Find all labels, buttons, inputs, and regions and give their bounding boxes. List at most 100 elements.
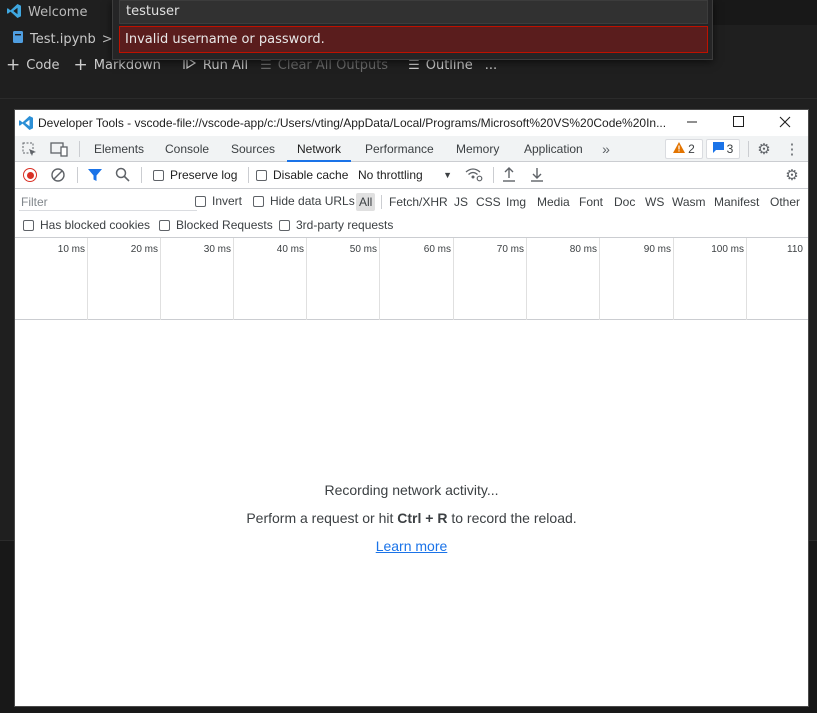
preserve-log-label: Preserve log	[170, 168, 238, 182]
hide-data-urls-label: Hide data URLs	[270, 194, 355, 208]
toolbar-divider	[381, 195, 382, 209]
has-blocked-cookies-checkbox[interactable]	[23, 220, 34, 231]
tab-network[interactable]: Network	[287, 136, 352, 162]
minimize-button[interactable]	[669, 110, 715, 136]
tab-performance[interactable]: Performance	[355, 136, 444, 162]
network-conditions-button[interactable]	[465, 167, 483, 183]
record-button[interactable]	[23, 168, 37, 182]
vscode-logo-icon	[18, 115, 34, 134]
tab-memory[interactable]: Memory	[446, 136, 509, 162]
settings-gear-icon[interactable]: ⚙	[755, 140, 773, 158]
devtools-title: Developer Tools - vscode-file://vscode-a…	[38, 116, 667, 130]
reload-shortcut: Ctrl + R	[397, 510, 448, 526]
import-har-button[interactable]	[502, 167, 518, 183]
filter-type-fetch-xhr[interactable]: Fetch/XHR	[386, 193, 451, 211]
username-input[interactable]: testuser	[119, 0, 708, 24]
tab-elements[interactable]: Elements	[84, 136, 154, 162]
toolbar-divider	[748, 141, 749, 157]
devtools-tab-bar: Elements Console Sources Network Perform…	[15, 136, 808, 162]
export-har-button[interactable]	[530, 167, 546, 183]
messages-badge[interactable]: 3	[706, 139, 740, 159]
messages-count: 3	[726, 142, 734, 156]
throttling-select[interactable]: No throttling ▼	[356, 165, 454, 185]
plus-icon: +	[73, 55, 88, 75]
search-button[interactable]	[115, 167, 131, 183]
clear-button[interactable]	[51, 168, 65, 182]
timeline-label: 60 ms	[423, 244, 451, 255]
breadcrumb: Test.ipynb >	[12, 30, 113, 48]
maximize-button[interactable]	[715, 110, 761, 136]
toolbar-divider	[493, 167, 494, 183]
has-blocked-cookies-label: Has blocked cookies	[40, 218, 151, 232]
hide-data-urls-checkbox[interactable]	[253, 196, 264, 207]
timeline-label: 50 ms	[349, 244, 377, 255]
filter-type-js[interactable]: JS	[451, 193, 471, 211]
timeline-label: 110	[787, 244, 803, 255]
reload-hint-prefix: Perform a request or hit	[246, 510, 398, 526]
tab-label: Welcome	[28, 5, 88, 20]
filter-type-media[interactable]: Media	[534, 193, 573, 211]
divider	[0, 98, 817, 99]
inspect-element-icon[interactable]	[21, 141, 37, 157]
filter-type-img[interactable]: Img	[503, 193, 529, 211]
toolbar-divider	[141, 167, 142, 183]
tab-welcome[interactable]: Welcome	[0, 0, 118, 25]
timeline-overview[interactable]: 10 ms 20 ms 30 ms 40 ms 50 ms 60 ms 70 m…	[15, 238, 808, 320]
tab-application[interactable]: Application	[514, 136, 593, 162]
caret-down-icon: ▼	[443, 170, 452, 180]
filter-type-all[interactable]: All	[356, 193, 376, 211]
filter-type-font[interactable]: Font	[576, 193, 606, 211]
toolbar-divider	[77, 167, 78, 183]
filter-funnel-icon	[88, 169, 102, 185]
add-code-cell-button[interactable]: + Code	[0, 55, 66, 75]
filter-type-ws[interactable]: WS	[642, 193, 667, 211]
filter-type-other[interactable]: Other	[767, 193, 803, 211]
filter-type-css[interactable]: CSS	[473, 193, 504, 211]
close-button[interactable]	[762, 110, 808, 136]
message-icon	[712, 142, 724, 156]
maximize-icon	[732, 116, 744, 130]
device-toolbar-icon[interactable]	[50, 141, 68, 157]
search-icon	[115, 167, 130, 185]
filter-type-wasm[interactable]: Wasm	[669, 193, 709, 211]
filter-input[interactable]: Filter	[19, 193, 197, 211]
more-tabs-chevron-icon[interactable]: »	[597, 140, 615, 158]
more-options-icon[interactable]: ⋮	[783, 140, 801, 158]
plus-icon: +	[6, 55, 21, 75]
filter-bar-secondary: Has blocked cookies Blocked Requests 3rd…	[15, 214, 808, 238]
blocked-requests-label: Blocked Requests	[176, 218, 273, 232]
timeline-label: 90 ms	[643, 244, 671, 255]
warning-icon	[673, 142, 686, 156]
filter-bar: Filter Invert Hide data URLs All Fetch/X…	[15, 189, 808, 214]
timeline-label: 100 ms	[711, 244, 744, 255]
third-party-requests-label: 3rd-party requests	[296, 218, 394, 232]
tab-console[interactable]: Console	[155, 136, 219, 162]
filter-type-manifest[interactable]: Manifest	[711, 193, 762, 211]
timeline-label: 20 ms	[130, 244, 158, 255]
filter-toggle-button[interactable]	[88, 168, 102, 182]
timeline-label: 80 ms	[569, 244, 597, 255]
disable-cache-checkbox[interactable]	[256, 170, 267, 181]
invert-checkbox[interactable]	[195, 196, 206, 207]
recording-message: Recording network activity...	[324, 482, 499, 498]
network-settings-gear-icon[interactable]: ⚙	[783, 166, 801, 184]
reload-hint-suffix: to record the reload.	[447, 510, 577, 526]
notebook-file-icon	[12, 30, 24, 48]
devtools-window: Developer Tools - vscode-file://vscode-a…	[14, 109, 809, 707]
timeline-label: 10 ms	[57, 244, 85, 255]
blocked-requests-checkbox[interactable]	[159, 220, 170, 231]
close-icon	[779, 116, 791, 131]
tab-sources[interactable]: Sources	[221, 136, 285, 162]
filter-type-doc[interactable]: Doc	[611, 193, 638, 211]
network-empty-state: Recording network activity... Perform a …	[15, 476, 808, 560]
preserve-log-checkbox[interactable]	[153, 170, 164, 181]
third-party-requests-checkbox[interactable]	[279, 220, 290, 231]
throttling-value: No throttling	[358, 168, 423, 182]
disable-cache-label: Disable cache	[273, 168, 349, 182]
warnings-badge[interactable]: 2	[665, 139, 703, 159]
upload-icon	[502, 167, 516, 185]
network-toolbar: Preserve log Disable cache No throttling…	[15, 162, 808, 189]
timeline-label: 70 ms	[496, 244, 524, 255]
learn-more-link[interactable]: Learn more	[376, 538, 448, 554]
breadcrumb-file[interactable]: Test.ipynb	[30, 32, 96, 47]
